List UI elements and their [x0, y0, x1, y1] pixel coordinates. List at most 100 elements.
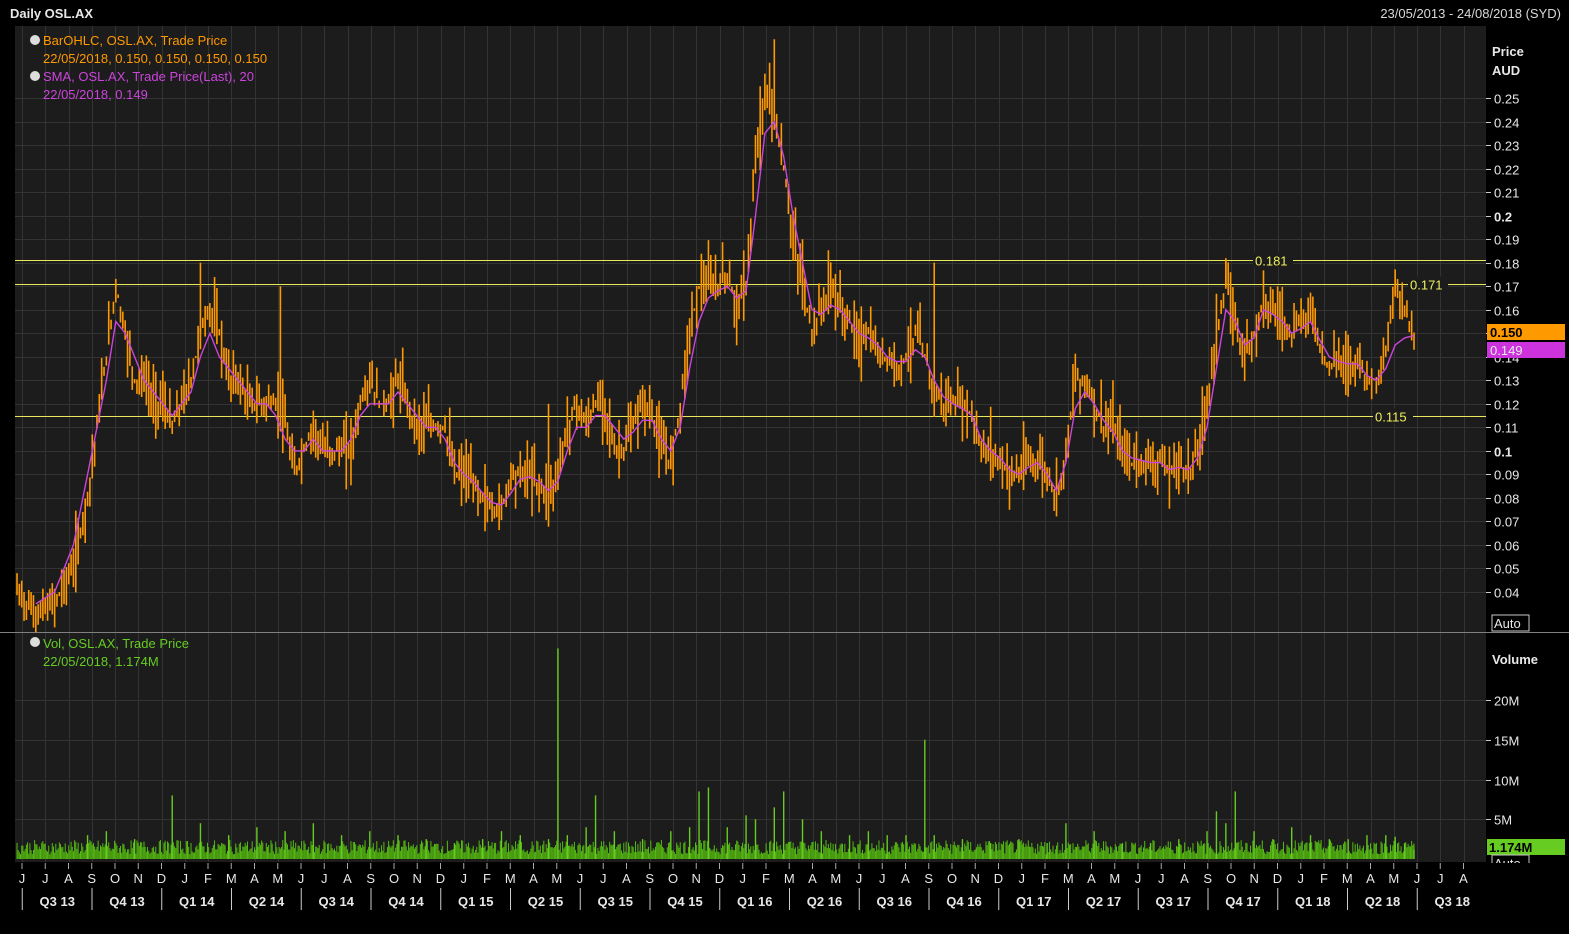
- last-volume-label: 1.174M: [1489, 840, 1532, 855]
- month-label: F: [1041, 871, 1049, 886]
- month-label: A: [901, 871, 910, 886]
- legend-volume-title: Vol, OSL.AX, Trade Price: [43, 636, 189, 651]
- price-auto-button[interactable]: Auto: [1491, 614, 1530, 632]
- month-label: J: [461, 871, 468, 886]
- last-volume-tag: 1.174M: [1487, 839, 1565, 855]
- quarter-label: Q4 16: [946, 894, 981, 909]
- month-label: M: [1342, 871, 1353, 886]
- month-label: J: [740, 871, 747, 886]
- month-label: S: [645, 871, 654, 886]
- month-label: M: [784, 871, 795, 886]
- volume-tick-label: 5M: [1494, 813, 1512, 828]
- month-label: F: [1320, 871, 1328, 886]
- month-label: M: [1388, 871, 1399, 886]
- month-label: O: [110, 871, 120, 886]
- month-label: F: [762, 871, 770, 886]
- price-tick-label: 0.08: [1494, 492, 1519, 507]
- volume-tick-label: 10M: [1494, 774, 1519, 789]
- quarter-label: Q2 15: [528, 894, 563, 909]
- last-price-tag: 0.150: [1487, 324, 1565, 340]
- price-tick-label: 0.24: [1494, 116, 1519, 131]
- price-tick-label: 0.19: [1494, 233, 1519, 248]
- legend-toggle-icon[interactable]: [30, 637, 40, 647]
- month-label: J: [1414, 871, 1421, 886]
- month-label: N: [413, 871, 422, 886]
- quarter-label: Q1 14: [179, 894, 215, 909]
- reference-label: 0.115: [1375, 410, 1407, 425]
- month-label: J: [1019, 871, 1026, 886]
- legend-bar-values: 22/05/2018, 0.150, 0.150, 0.150, 0.150: [43, 51, 267, 66]
- price-axis-unit: AUD: [1492, 63, 1520, 78]
- last-price-label: 0.150: [1490, 325, 1523, 340]
- month-label: F: [204, 871, 212, 886]
- last-sma-tag: 0.149: [1487, 342, 1565, 358]
- quarter-label: Q4 14: [388, 894, 424, 909]
- month-label: A: [1180, 871, 1189, 886]
- volume-axis-title: Volume: [1492, 652, 1538, 667]
- date-range: 23/05/2013 - 24/08/2018 (SYD): [1380, 6, 1561, 21]
- quarter-label: Q3 16: [877, 894, 912, 909]
- quarter-label: Q2 14: [249, 894, 285, 909]
- legend-bar-title: BarOHLC, OSL.AX, Trade Price: [43, 33, 227, 48]
- chart-canvas[interactable]: 0.181 0.171 0.115 BarOHLC, OSL.AX, Trade P…: [0, 26, 1569, 934]
- month-label: N: [692, 871, 701, 886]
- month-label: O: [1226, 871, 1236, 886]
- reference-label: 0.181: [1255, 254, 1288, 269]
- legend-volume-values: 22/05/2018, 1.174M: [43, 654, 159, 669]
- quarter-label: Q3 18: [1435, 894, 1470, 909]
- price-tick-label: 0.21: [1494, 186, 1519, 201]
- month-label: D: [1273, 871, 1282, 886]
- quarter-label: Q3 17: [1156, 894, 1191, 909]
- month-label: J: [1158, 871, 1165, 886]
- month-label: J: [856, 871, 863, 886]
- price-tick-label: 0.16: [1494, 304, 1519, 319]
- quarter-label: Q2 16: [807, 894, 842, 909]
- month-label: M: [830, 871, 841, 886]
- legend-toggle-icon[interactable]: [30, 71, 40, 81]
- quarter-label: Q2 17: [1086, 894, 1121, 909]
- month-label: D: [994, 871, 1003, 886]
- month-label: J: [1135, 871, 1142, 886]
- month-label: A: [808, 871, 817, 886]
- price-tick-label: 0.04: [1494, 586, 1519, 601]
- month-label: J: [19, 871, 26, 886]
- volume-tick-label: 20M: [1494, 694, 1519, 709]
- month-label: S: [87, 871, 96, 886]
- price-tick-label: 0.18: [1494, 257, 1519, 272]
- month-label: M: [1063, 871, 1074, 886]
- month-label: S: [1203, 871, 1212, 886]
- month-label: J: [42, 871, 49, 886]
- month-label: J: [600, 871, 607, 886]
- price-tick-label: 0.06: [1494, 539, 1519, 554]
- price-panel-bg: [15, 26, 1486, 632]
- time-axis: JJASONDJFMAMJJASONDJFMAMJJASONDJFMAMJJAS…: [0, 863, 1569, 934]
- month-label: M: [272, 871, 283, 886]
- month-label: O: [947, 871, 957, 886]
- month-label: F: [483, 871, 491, 886]
- month-label: J: [321, 871, 328, 886]
- price-auto-label[interactable]: Auto: [1494, 616, 1521, 631]
- quarter-label: Q1 16: [737, 894, 772, 909]
- quarter-label: Q1 15: [458, 894, 493, 909]
- price-tick-label: 0.1: [1494, 445, 1512, 460]
- volume-panel-bg: [15, 633, 1486, 862]
- reference-label: 0.171: [1410, 278, 1443, 293]
- month-label: D: [436, 871, 445, 886]
- volume-tick-label: 15M: [1494, 734, 1519, 749]
- price-tick-label: 0.17: [1494, 280, 1519, 295]
- title-bar: Daily OSL.AX 23/05/2013 - 24/08/2018 (SY…: [0, 0, 1569, 26]
- month-label: M: [505, 871, 516, 886]
- price-tick-label: 0.22: [1494, 163, 1519, 178]
- price-tick-label: 0.07: [1494, 515, 1519, 530]
- quarter-label: Q4 13: [109, 894, 144, 909]
- quarter-label: Q2 18: [1365, 894, 1400, 909]
- month-label: M: [551, 871, 562, 886]
- month-label: O: [389, 871, 399, 886]
- quarter-label: Q3 13: [40, 894, 75, 909]
- month-label: A: [1087, 871, 1096, 886]
- legend-toggle-icon[interactable]: [30, 35, 40, 45]
- month-label: O: [668, 871, 678, 886]
- month-label: J: [1298, 871, 1305, 886]
- quarter-label: Q1 18: [1295, 894, 1330, 909]
- legend-sma-title: SMA, OSL.AX, Trade Price(Last), 20: [43, 69, 254, 84]
